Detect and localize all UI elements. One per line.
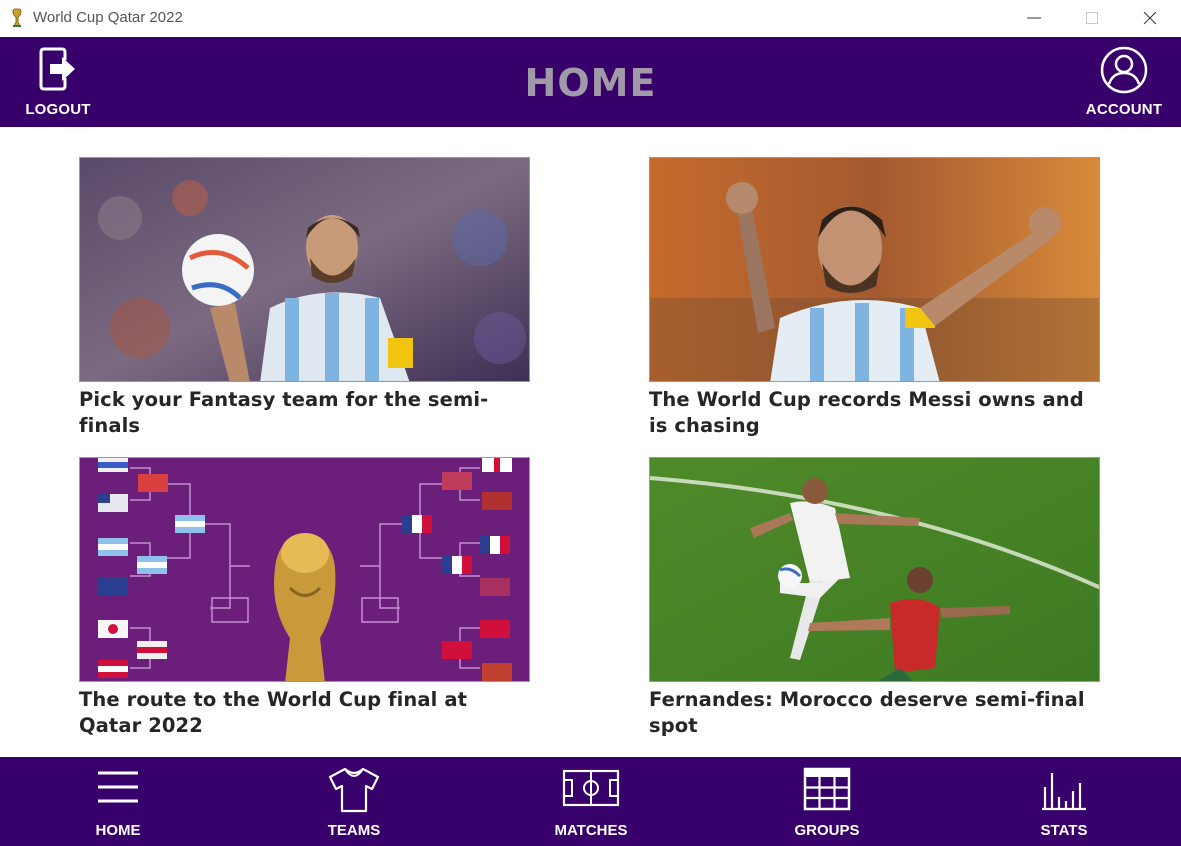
- player-with-ball-photo[interactable]: [79, 157, 530, 382]
- window-titlebar: World Cup Qatar 2022: [0, 0, 1181, 37]
- maximize-button[interactable]: [1063, 0, 1121, 37]
- maximize-icon: [1086, 12, 1098, 24]
- shirt-icon: [328, 767, 380, 813]
- account-button[interactable]: ACCOUNT: [1078, 37, 1170, 127]
- app-header: LOGOUT HOME ACCOUNT: [0, 37, 1181, 127]
- nav-home[interactable]: HOME: [58, 757, 178, 846]
- news-headline[interactable]: Pick your Fantasy team for the semi-fina…: [79, 387, 530, 439]
- player-celebrating-photo[interactable]: [649, 157, 1100, 382]
- news-headline[interactable]: Fernandes: Morocco deserve semi-final sp…: [649, 687, 1100, 739]
- window-title: World Cup Qatar 2022: [33, 9, 183, 26]
- nav-groups-label: GROUPS: [794, 822, 860, 839]
- nav-home-label: HOME: [95, 822, 141, 839]
- close-icon: [1143, 12, 1157, 25]
- page-title: HOME: [524, 61, 657, 105]
- news-card[interactable]: Pick your Fantasy team for the semi-fina…: [79, 157, 530, 439]
- news-card[interactable]: The route to the World Cup final at Qata…: [79, 457, 530, 739]
- minimize-button[interactable]: [1005, 0, 1063, 37]
- minimize-icon: [1027, 17, 1041, 19]
- nav-matches-label: MATCHES: [554, 822, 628, 839]
- bottom-navigation: HOME TEAMS MATCHES GROUPS STATS: [0, 757, 1181, 846]
- nav-matches[interactable]: MATCHES: [531, 757, 651, 846]
- close-button[interactable]: [1121, 0, 1179, 37]
- bar-chart-icon: [1042, 773, 1086, 811]
- news-card[interactable]: Fernandes: Morocco deserve semi-final sp…: [649, 457, 1100, 739]
- news-headline[interactable]: The World Cup records Messi owns and is …: [649, 387, 1100, 439]
- tournament-bracket-trophy-graphic[interactable]: [79, 457, 530, 682]
- menu-icon: [98, 771, 138, 803]
- account-label: ACCOUNT: [1085, 101, 1163, 118]
- nav-teams-label: TEAMS: [327, 822, 381, 839]
- account-icon: [1100, 46, 1148, 94]
- nav-groups[interactable]: GROUPS: [767, 757, 887, 846]
- pitch-icon: [562, 769, 620, 807]
- nav-stats-label: STATS: [1040, 822, 1088, 839]
- news-card[interactable]: The World Cup records Messi owns and is …: [649, 157, 1100, 439]
- trophy-icon: [12, 8, 22, 27]
- nav-teams[interactable]: TEAMS: [294, 757, 414, 846]
- nav-stats[interactable]: STATS: [1004, 757, 1124, 846]
- news-headline[interactable]: The route to the World Cup final at Qata…: [79, 687, 530, 739]
- match-action-photo[interactable]: [649, 457, 1100, 682]
- grid-icon: [803, 767, 851, 811]
